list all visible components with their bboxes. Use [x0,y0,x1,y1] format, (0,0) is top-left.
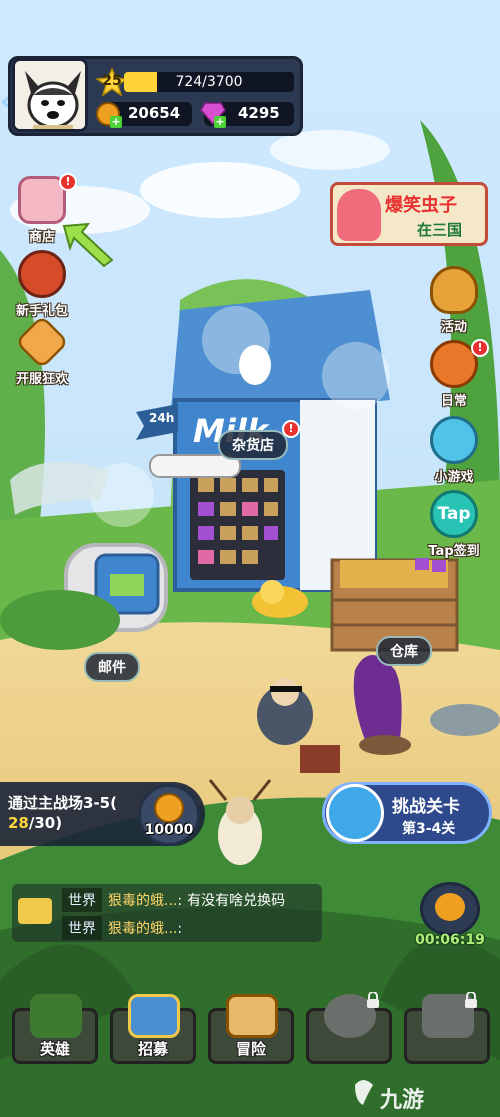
exp-text: 724/3700 [175,74,243,90]
nav-adventure-label: 冒险 [235,1040,266,1058]
player-avatar[interactable] [12,58,88,132]
chat-channel: 世界 [62,888,102,912]
recruit-cards-icon [128,994,180,1038]
quest-reward-amount: 10000 [144,822,194,838]
tap-checkin-label: Tap签到 [428,544,480,559]
worm-mascot-icon [337,189,381,241]
minigame-button[interactable]: 小游戏 [422,416,486,485]
lock-icon [465,992,477,1008]
opening-carnival-label: 开服狂欢 [15,372,68,387]
daily-label: 日常 [440,394,467,409]
crown-coin-icon [154,793,184,823]
newbie-pack-button[interactable]: 新手礼包 [10,250,74,319]
gift-pack-icon [18,250,66,298]
chat-message-row: 世界 狠毒的蛾...: 有没有啥兑换码 [62,888,312,912]
warehouse-button[interactable]: 仓库 [376,636,432,666]
adventure-map-icon [226,994,278,1038]
challenge-stage: 第3-4关 [402,821,456,837]
opening-carnival-button[interactable]: 开服狂欢 [10,314,74,387]
gold-amount: 20654 [128,104,181,122]
wolf-avatar-icon [15,61,85,129]
treasure-pile-icon [435,893,465,921]
add-gem-button[interactable]: + [214,116,226,128]
quest-title: 通过主战场3-5( [8,794,117,812]
chat-bubble-icon[interactable] [18,898,52,924]
chat-message-row: 世界 狠毒的蛾...: [62,916,312,940]
chat-channel: 世界 [62,916,102,940]
banner-subtitle: 在三国 [417,221,463,239]
tap-checkin-icon: Tap [430,490,478,538]
lock-icon [367,992,379,1008]
shop-icon: ! [18,173,77,224]
quest-progress-total: /30) [28,814,63,832]
watermark: 九游 [380,1088,425,1113]
gem-amount: 4295 [238,104,280,122]
add-gold-button[interactable]: + [110,116,122,128]
promo-banner[interactable]: 爆笑虫子 在三国 [330,182,488,246]
daily-notice-dot: ! [471,339,489,357]
daily-button[interactable]: ! 日常 [422,339,489,409]
store-notice-dot: ! [282,420,300,438]
idle-reward-button[interactable] [420,882,480,936]
challenge-title: 挑战关卡 [392,797,460,817]
quest-progress-current: 28 [8,814,29,832]
nav-recruit-label: 招募 [137,1040,168,1058]
activity-label: 活动 [440,320,467,335]
mail-button[interactable]: 邮件 [84,652,140,682]
chat-text: 有没有啥兑换码 [187,893,286,909]
newbie-pack-label: 新手礼包 [15,304,68,319]
chat-sender: 狠毒的蛾... [108,921,178,937]
activity-button[interactable]: 活动 [422,266,486,335]
game-scene: ‹ 25 724/3700 + 20654 + 4295 ! 商店 新手礼包 开… [0,0,500,1117]
celebration-icon [14,314,70,370]
idle-timer: 00:06:19 [415,932,485,948]
hero-bug-icon [30,994,82,1038]
gamepad-icon [430,416,478,464]
chat-sender: 狠毒的蛾... [108,893,178,909]
activity-pot-icon [430,266,478,314]
minigame-label: 小游戏 [434,470,474,485]
nav-hero-label: 英雄 [39,1040,70,1058]
stage-bug-icon [326,784,384,842]
quest-progress: 28/30) [8,814,62,832]
grocery-store-button[interactable]: 杂货店 [218,430,288,460]
tap-checkin-button[interactable]: Tap Tap签到 [422,490,486,559]
store-24h-sign: 24h [149,411,175,425]
daily-leaf-icon: ! [430,339,489,388]
shop-notice-dot: ! [59,173,77,191]
banner-title: 爆笑虫子 [385,195,457,216]
